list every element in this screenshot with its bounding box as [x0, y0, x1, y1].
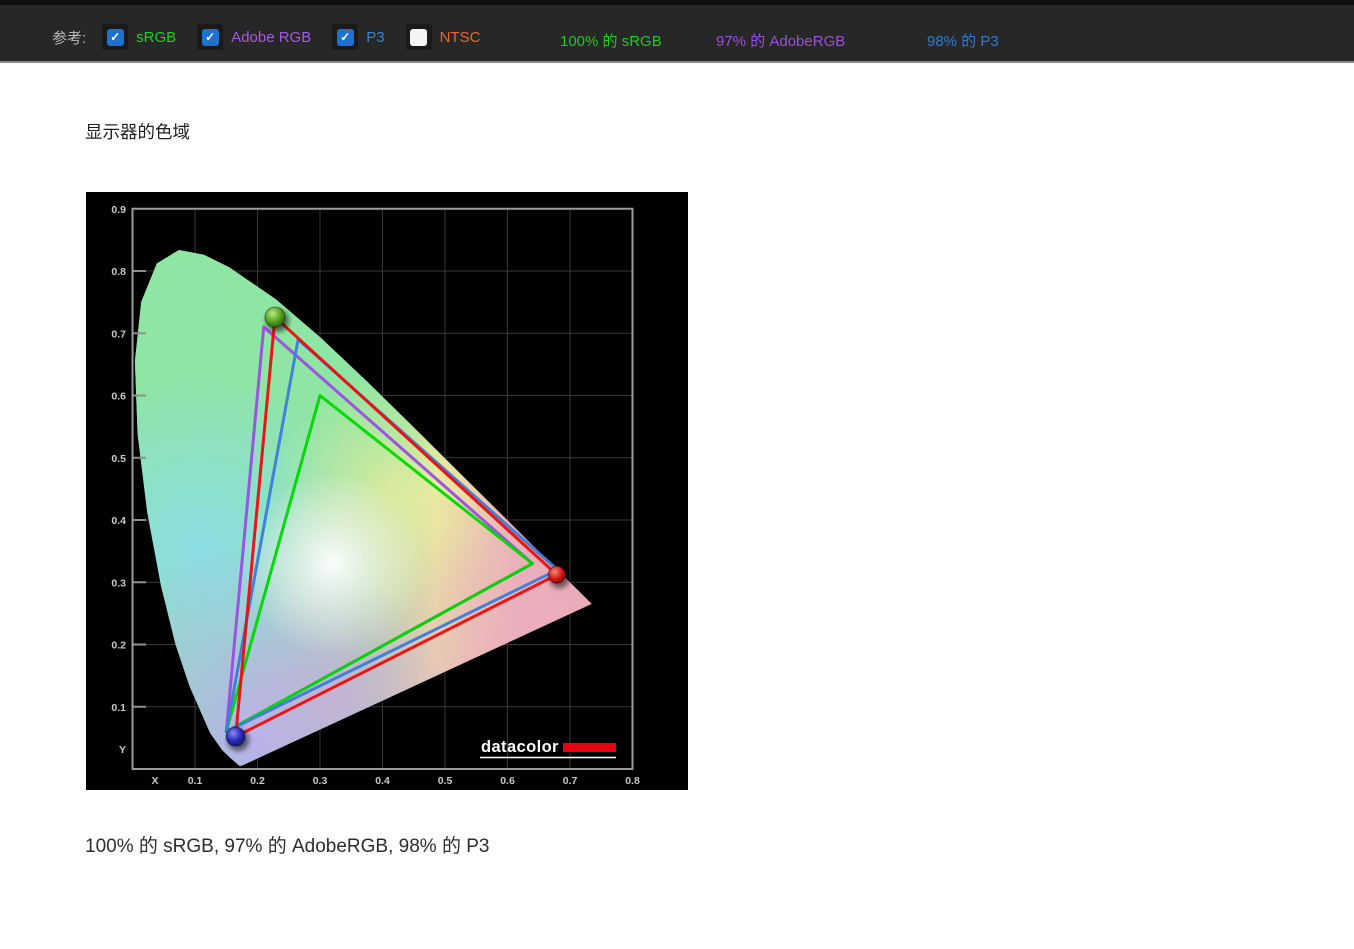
reference-label: 参考: [52, 29, 87, 47]
svg-text:Y: Y [119, 744, 126, 756]
svg-text:0.2: 0.2 [111, 640, 126, 652]
svg-text:0.8: 0.8 [111, 266, 126, 278]
window-top-strip [0, 0, 1354, 5]
srgb-coverage-readout: 100% 的 sRGB [560, 33, 662, 50]
p3-checkbox[interactable]: ✓ [332, 24, 359, 50]
svg-text:0.1: 0.1 [111, 702, 126, 714]
adobergb-checkbox[interactable]: ✓ [197, 24, 224, 50]
reference-toolbar: 参考: ✓ sRGB ✓ Adobe RGB ✓ P3 NTSC 100% 的 … [0, 0, 1354, 63]
adobergb-coverage-readout: 97% 的 AdobeRGB [716, 33, 846, 50]
checkbox-group-srgb[interactable]: ✓ sRGB [102, 24, 176, 50]
svg-text:0.4: 0.4 [375, 775, 390, 787]
svg-text:X: X [151, 775, 158, 787]
page-title: 显示器的色域 [85, 122, 190, 142]
adobergb-checkbox-label[interactable]: Adobe RGB [231, 29, 311, 46]
p3-coverage-readout: 98% 的 P3 [927, 33, 999, 50]
svg-text:0.4: 0.4 [111, 515, 126, 527]
svg-text:0.6: 0.6 [111, 391, 126, 403]
svg-text:0.7: 0.7 [563, 775, 578, 787]
svg-text:0.5: 0.5 [438, 775, 453, 787]
ntsc-checkbox-label[interactable]: NTSC [440, 29, 481, 46]
svg-text:0.9: 0.9 [111, 204, 126, 216]
reference-controls: 参考: ✓ sRGB ✓ Adobe RGB ✓ P3 NTSC [52, 24, 501, 50]
svg-text:0.7: 0.7 [111, 328, 126, 340]
svg-text:0.8: 0.8 [625, 775, 640, 787]
checkbox-group-ntsc[interactable]: NTSC [405, 24, 481, 50]
ntsc-checkbox[interactable] [405, 24, 432, 50]
checkbox-group-adobergb[interactable]: ✓ Adobe RGB [197, 24, 311, 50]
srgb-checkbox-label[interactable]: sRGB [136, 29, 176, 46]
checkbox-group-p3[interactable]: ✓ P3 [332, 24, 385, 50]
srgb-checkbox[interactable]: ✓ [102, 24, 129, 50]
svg-text:0.3: 0.3 [111, 577, 126, 589]
p3-checkbox-label[interactable]: P3 [366, 29, 384, 46]
svg-text:0.3: 0.3 [313, 775, 328, 787]
svg-text:0.1: 0.1 [188, 775, 203, 787]
svg-text:0.2: 0.2 [250, 775, 265, 787]
gamut-coverage-caption: 100% 的 sRGB, 97% 的 AdobeRGB, 98% 的 P3 [85, 836, 490, 857]
svg-text:datacolor: datacolor [481, 738, 559, 756]
datacolor-logo: datacolor [480, 738, 616, 759]
chromaticity-chart: 0.1 0.2 0.3 0.4 0.5 0.6 0.7 0.8 0.9 0.1 0.2 0.3 0.4 0… [86, 192, 688, 790]
svg-text:0.6: 0.6 [500, 775, 515, 787]
svg-text:0.5: 0.5 [111, 453, 126, 465]
